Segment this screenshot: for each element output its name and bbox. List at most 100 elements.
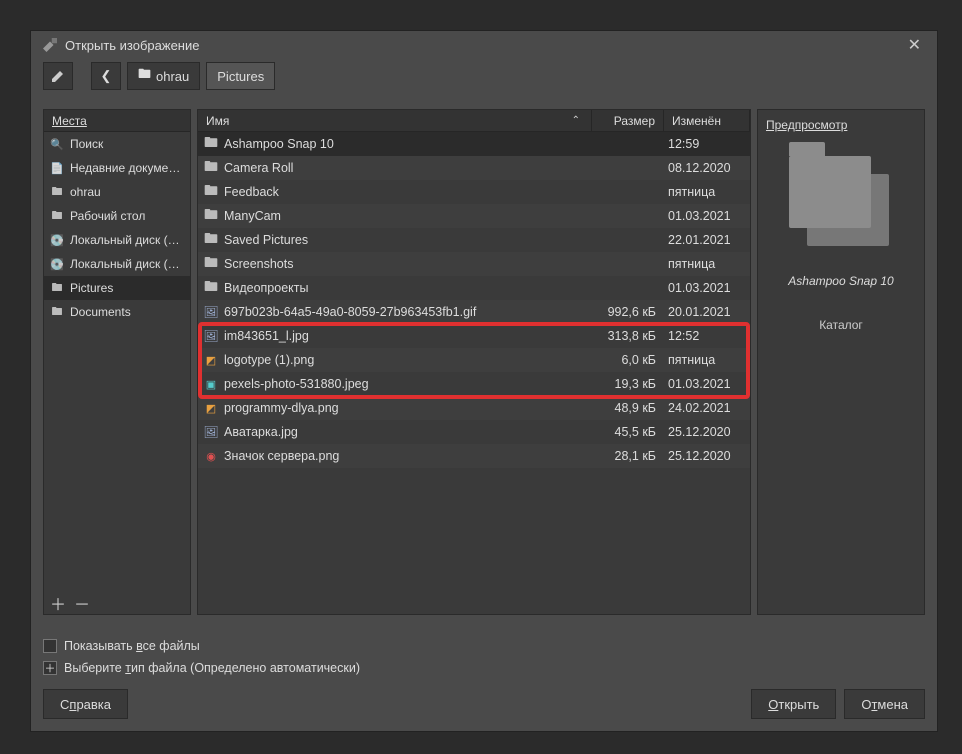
file-row[interactable]: Screenshotsпятница [198,252,750,276]
file-size: 19,3 кБ [592,377,664,391]
file-row[interactable]: im843651_l.jpg313,8 кБ12:52 [198,324,750,348]
app-icon [41,38,59,52]
places-add-remove: ＋ － [44,592,190,614]
place-item[interactable]: 🖿 ohrau [44,180,190,204]
place-label: Недавние докуме… [70,161,180,175]
file-icon [204,161,218,175]
places-list: 🔍 Поиск 📄Недавние докуме… 🖿 ohrau 🖿Рабочий ст… [44,132,190,592]
cancel-button[interactable]: Отмена [844,689,925,719]
file-row[interactable]: programmy-dlya.png 48,9 кБ24.02.2021 [198,396,750,420]
file-modified: 25.12.2020 [664,449,750,463]
file-modified: 24.02.2021 [664,401,750,415]
folder-icon: 🖿 [50,183,64,202]
file-name: im843651_l.jpg [224,329,309,343]
file-name: Feedback [224,185,279,199]
file-modified: 12:59 [664,137,750,151]
place-label: Поиск [70,137,103,151]
file-name: Camera Roll [224,161,293,175]
add-place-button[interactable]: ＋ [50,591,66,615]
folder-icon: 🖿 [50,279,64,298]
col-name-header[interactable]: Имя ⌃ [198,110,592,131]
preview-item-name: Ashampoo Snap 10 [788,274,893,288]
files-pane: Имя ⌃ Размер Изменён Ashampoo Snap 10 12:… [197,109,751,615]
file-icon [204,257,218,271]
file-modified: 01.03.2021 [664,377,750,391]
place-item[interactable]: 🖿 Pictures [44,276,190,300]
path-segment-current[interactable]: Pictures [206,62,275,90]
file-row[interactable]: logotype (1).png6,0 кБпятница [198,348,750,372]
file-row[interactable]: Ashampoo Snap 10 12:59 [198,132,750,156]
file-headers: Имя ⌃ Размер Изменён [198,110,750,132]
file-row[interactable]: 697b023b-64a5-49a0-8059-27b963453fb1.gif… [198,300,750,324]
show-all-files-label: Показывать все файлы [64,639,200,653]
path-back-button[interactable]: ❮ [91,62,121,90]
place-item[interactable]: 💽 Локальный диск (… [44,252,190,276]
folder-icon: 🖿 [50,207,64,226]
path-parent-label: ohrau [156,69,189,84]
file-row[interactable]: Feedback пятница [198,180,750,204]
file-list: Ashampoo Snap 10 12:59 Camera Roll08.12.20… [198,132,750,614]
file-size: 28,1 кБ [592,449,664,463]
col-name-label: Имя [206,114,229,128]
place-label: Локальный диск (… [70,257,180,271]
file-name: Аватарка.jpg [224,425,298,439]
sort-indicator-icon: ⌃ [572,115,580,126]
place-item[interactable]: 📄Недавние докуме… [44,156,190,180]
file-row[interactable]: Аватарка.jpg45,5 кБ25.12.2020 [198,420,750,444]
file-row[interactable]: Видеопроекты 01.03.2021 [198,276,750,300]
open-button[interactable]: Открыть [751,689,836,719]
show-all-files-row[interactable]: Показывать все файлы [43,635,925,657]
file-modified: 22.01.2021 [664,233,750,247]
file-icon [204,425,218,439]
disk-icon: 💽 [50,258,64,271]
path-segment-parent[interactable]: 🖿 ohrau [127,62,200,90]
place-item[interactable]: 🔍 Поиск [44,132,190,156]
file-row[interactable]: Saved Pictures22.01.2021 [198,228,750,252]
places-header[interactable]: Места [44,110,190,132]
remove-place-button[interactable]: － [74,591,90,615]
place-item[interactable]: 🖿Documents [44,300,190,324]
file-modified: 01.03.2021 [664,281,750,295]
edit-path-button[interactable] [43,62,73,90]
help-button[interactable]: Справка [43,689,128,719]
titlebar: Открыть изображение ✕ [31,31,937,59]
file-name: Ashampoo Snap 10 [224,137,334,151]
disk-icon: 💽 [50,234,64,247]
place-label: Pictures [70,281,113,295]
file-icon [204,137,218,151]
file-icon [204,281,218,295]
file-icon [204,353,218,367]
show-all-files-checkbox[interactable] [43,639,57,653]
file-type-row[interactable]: ＋ Выберите тип файла (Определено автомат… [43,657,925,679]
file-row[interactable]: ManyCam 01.03.2021 [198,204,750,228]
file-type-expander[interactable]: ＋ [43,661,57,675]
file-name: programmy-dlya.png [224,401,339,415]
col-size-header[interactable]: Размер [592,110,664,131]
place-item[interactable]: 💽Локальный диск (… [44,228,190,252]
file-size: 48,9 кБ [592,401,664,415]
window-title: Открыть изображение [65,38,199,53]
place-item[interactable]: 🖿Рабочий стол [44,204,190,228]
file-icon [204,185,218,199]
file-row[interactable]: Значок сервера.png28,1 кБ25.12.2020 [198,444,750,468]
file-modified: пятница [664,257,750,271]
file-modified: 20.01.2021 [664,305,750,319]
preview-pane: Предпросмотр Ashampoo Snap 10 Каталог [757,109,925,615]
close-button[interactable]: ✕ [902,33,927,57]
file-modified: пятница [664,185,750,199]
col-modified-header[interactable]: Изменён [664,110,750,131]
file-name: pexels-photo-531880.jpeg [224,377,369,391]
file-icon [204,377,218,391]
folder-icon: 🖿 [138,65,151,87]
file-modified: 01.03.2021 [664,209,750,223]
file-name: Видеопроекты [224,281,308,295]
file-modified: пятница [664,353,750,367]
file-name: ManyCam [224,209,281,223]
file-row[interactable]: pexels-photo-531880.jpeg 19,3 кБ01.03.202… [198,372,750,396]
places-pane: Места 🔍 Поиск 📄Недавние докуме… 🖿 ohrau 🖿Рабо… [43,109,191,615]
preview-header: Предпросмотр [766,118,916,132]
place-label: ohrau [70,185,101,199]
file-row[interactable]: Camera Roll08.12.2020 [198,156,750,180]
search-icon: 🔍 [50,138,64,151]
file-icon [204,305,218,319]
